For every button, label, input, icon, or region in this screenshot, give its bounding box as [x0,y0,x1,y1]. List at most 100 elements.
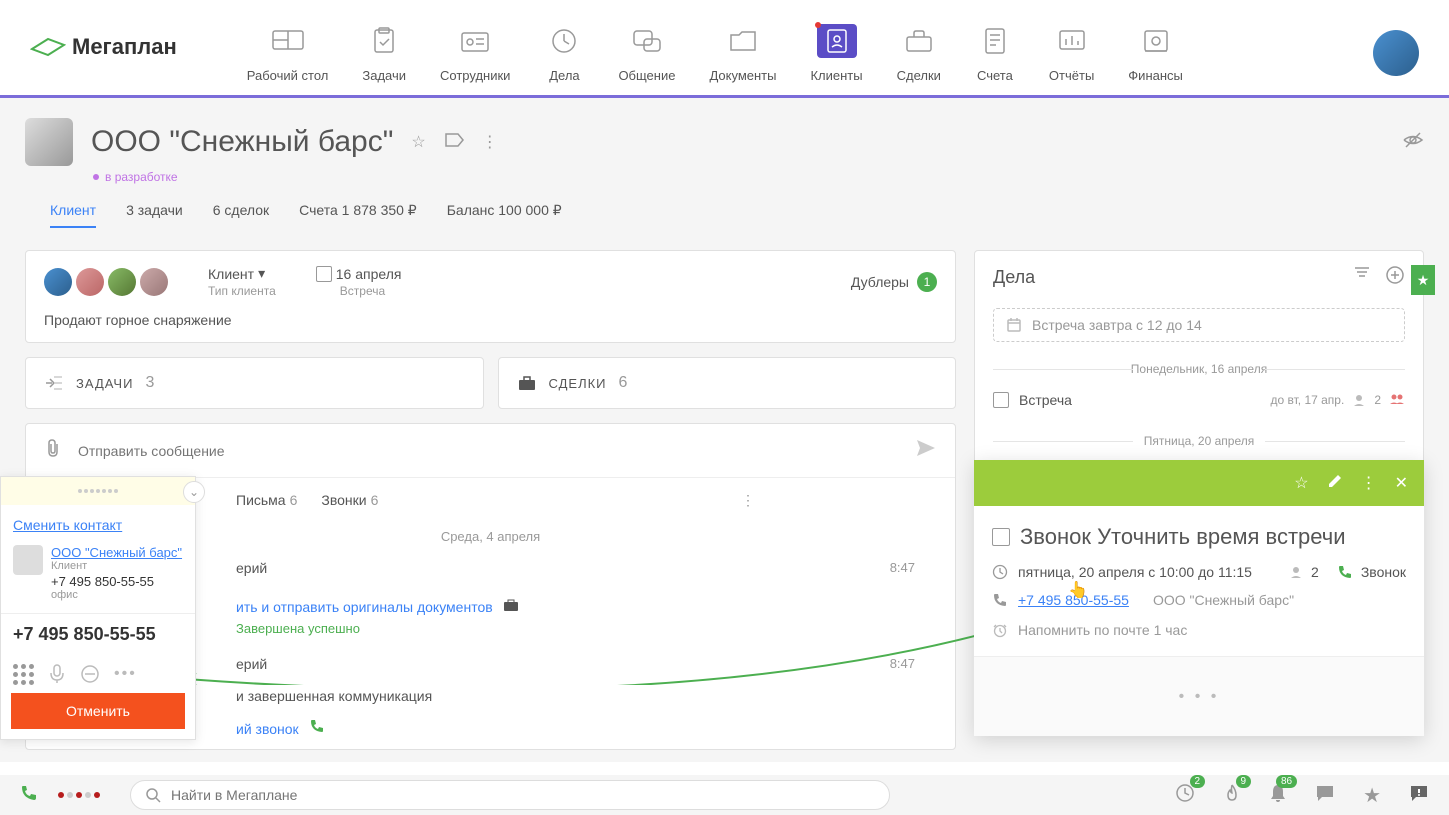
nav-reports[interactable]: Отчёты [1049,24,1094,83]
overdue-icon[interactable]: 2 [1175,783,1195,808]
popup-handle[interactable]: ⌄ [1,477,195,505]
cancel-button[interactable]: Отменить [11,693,185,729]
date-separator: Понедельник, 16 апреля [993,362,1405,376]
add-icon[interactable] [1385,265,1405,290]
star-icon[interactable]: ☆ [411,132,425,152]
send-icon[interactable] [915,438,937,463]
client-tabs: Клиент 3 задачи 6 сделок Счета 1 878 350… [25,184,1424,228]
avatar[interactable] [76,268,104,296]
message-input[interactable] [78,443,915,459]
nav-deals[interactable]: Сделки [897,24,941,83]
nav-desktop[interactable]: Рабочий стол [247,24,329,83]
call-panel-header: ☆ ⋮ ✕ [974,460,1424,506]
client-logo [25,118,73,166]
close-icon[interactable]: ✕ [1395,473,1408,493]
dela-item-meeting[interactable]: Встреча до вт, 17 апр. 2 [993,386,1405,414]
nav-tasks[interactable]: Задачи [362,24,406,83]
phone-icon [1337,564,1353,580]
dialpad-icon[interactable] [13,664,34,685]
tasks-card[interactable]: ЗАДАЧИ 3 [25,357,484,409]
minus-circle-icon[interactable] [80,664,100,684]
chevron-down-icon: ▾ [258,265,265,282]
tab-balance[interactable]: Баланс 100 000 ₽ [447,202,562,228]
nav-communication[interactable]: Общение [618,24,675,83]
checkbox-icon[interactable] [316,266,332,282]
notifications-icon[interactable]: 86 [1269,783,1287,808]
client-header: ООО "Снежный барс" ☆ ⋮ в разработке Клие… [0,98,1449,238]
attachment-icon[interactable] [44,438,62,463]
notification-dot-icon [815,22,821,28]
star-icon[interactable]: ★ [1363,783,1381,808]
badge: 1 [917,272,937,292]
global-search[interactable] [130,780,890,810]
calendar-icon [1006,317,1022,333]
client-type-field[interactable]: Клиент ▾ Тип клиента [208,265,276,298]
chat-icon[interactable] [1315,784,1335,807]
tab-letters[interactable]: Письма6 [236,492,297,509]
tab-deals[interactable]: 6 сделок [213,202,269,228]
star-icon[interactable]: ☆ [1294,473,1308,493]
search-icon [145,787,161,803]
dela-panel: ★ Дела Встреча завтра с 12 до 14 Понедел… [974,250,1424,473]
search-input[interactable] [171,787,875,803]
filter-icon[interactable] [1353,265,1371,290]
avatar[interactable] [140,268,168,296]
nav-finance[interactable]: Финансы [1128,24,1183,83]
person-icon [1352,393,1366,407]
hot-icon[interactable]: 9 [1223,783,1241,808]
more-icon[interactable]: ⋮ [741,492,755,509]
feedback-icon[interactable] [1409,784,1429,807]
deals-card[interactable]: СДЕЛКИ 6 [498,357,957,409]
phone-icon[interactable] [20,784,38,807]
phone-icon [309,721,325,738]
nav-documents[interactable]: Документы [709,24,776,83]
avatar[interactable] [108,268,136,296]
user-avatar[interactable] [1373,30,1419,76]
dialer-actions: ••• [1,655,195,693]
change-contact-link[interactable]: Сменить контакт [13,517,183,533]
team-avatars[interactable] [44,268,168,296]
client-info-card: Клиент ▾ Тип клиента 16 апреля Встреча Д… [25,250,956,343]
client-status: в разработке [93,170,1424,184]
visibility-icon[interactable] [1402,131,1424,154]
briefcase-icon [517,374,537,392]
tab-client[interactable]: Клиент [50,202,96,228]
tab-bills[interactable]: Счета 1 878 350 ₽ [299,202,417,228]
clock-icon [992,564,1008,580]
phone-icon [992,592,1008,608]
logo[interactable]: Мегаплан [30,34,177,60]
company-label: ООО "Снежный барс" [1153,592,1294,608]
dela-title: Дела [993,267,1035,288]
tab-tasks[interactable]: 3 задачи [126,202,183,228]
call-footer[interactable]: • • • [974,656,1424,736]
checkbox-icon[interactable] [993,392,1009,408]
favorite-tab[interactable]: ★ [1411,265,1435,295]
status-dot-icon [93,174,99,180]
edit-icon[interactable] [1327,473,1343,494]
bottom-bar: 2 9 86 ★ [0,775,1449,815]
meeting-date-field[interactable]: 16 апреля Встреча [316,266,402,298]
checkbox-icon[interactable] [992,528,1010,546]
nav-dela[interactable]: Дела [544,24,584,83]
call-title: Звонок Уточнить время встречи [1020,524,1346,550]
tab-calls[interactable]: Звонки6 [321,492,378,509]
more-icon[interactable]: ⋮ [1361,473,1377,493]
contact-thumbnail [13,545,43,575]
dela-quick-input[interactable]: Встреча завтра с 12 до 14 [993,308,1405,342]
more-icon[interactable]: ••• [114,665,137,683]
tag-icon[interactable] [444,132,464,153]
microphone-icon[interactable] [48,663,66,685]
nav-clients[interactable]: Клиенты [810,24,862,83]
cursor-icon: 👆 [1068,580,1088,600]
avatar[interactable] [44,268,72,296]
duplicates-link[interactable]: Дублеры 1 [851,272,937,292]
nav-employees[interactable]: Сотрудники [440,24,510,83]
nav-bills[interactable]: Счета [975,24,1015,83]
nav-items: Рабочий стол Задачи Сотрудники Дела Обще… [247,24,1183,83]
date-separator: Пятница, 20 апреля [993,434,1405,448]
contact-company-link[interactable]: ООО "Снежный барс" [51,545,182,560]
tasks-icon [44,374,64,392]
chevron-down-icon[interactable]: ⌄ [183,481,205,503]
more-icon[interactable]: ⋮ [482,132,498,152]
phone-number-display: +7 495 850-55-55 [1,613,195,655]
